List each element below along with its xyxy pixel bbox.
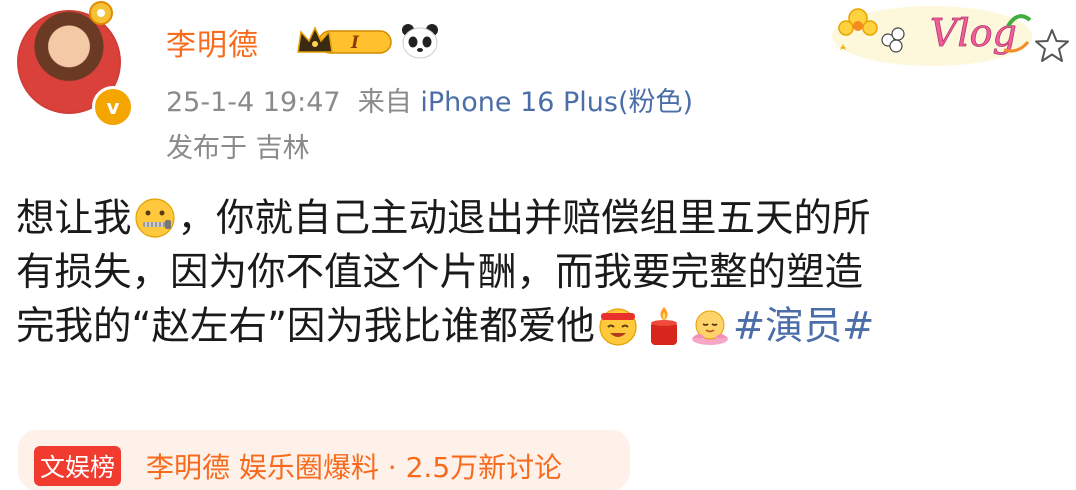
post-text: 有损失，因为你不值这个片酬，而我要完整的塑造 xyxy=(16,250,864,295)
post-text: 想让我 xyxy=(16,196,132,241)
topic-card-text[interactable]: 李明德 娱乐圈爆料 · 2.5万新讨论 xyxy=(146,446,562,486)
post-location: 发布于 吉林 xyxy=(166,133,310,164)
post-text: 完我的“赵左右”因为我比谁都爱他 xyxy=(16,304,595,349)
vlog-text: Vlog xyxy=(930,11,1017,55)
post-timestamp: 25-1-4 19:47 xyxy=(166,87,341,118)
hashtag-link[interactable]: #演员# xyxy=(733,304,875,349)
post-body: 想让我 ，你就自己主动退出并赔偿组里五天的所 有损失，因为你不值这个片酬，而我要… xyxy=(16,192,1076,354)
star-icon[interactable] xyxy=(1032,26,1072,66)
vlog-decoration-icon: Vlog xyxy=(832,6,1032,66)
post-line: 想让我 ，你就自己主动退出并赔偿组里五天的所 xyxy=(16,192,1076,246)
zipper-mouth-emoji-icon xyxy=(134,198,175,238)
source-device-link[interactable]: iPhone 16 Plus(粉色) xyxy=(420,87,693,118)
post-text: ，你就自己主动退出并赔偿组里五天的所 xyxy=(177,196,871,241)
username[interactable]: 李明德 xyxy=(166,20,259,64)
vip-crown-badge-icon[interactable]: I xyxy=(295,24,393,58)
post-line: 完我的“赵左右”因为我比谁都爱他 #演员# xyxy=(16,300,1076,354)
post-line: 有损失，因为你不值这个片酬，而我要完整的塑造 xyxy=(16,246,1076,300)
vip-level-text: I xyxy=(350,33,360,53)
topic-tag-badge: 文娱榜 xyxy=(34,446,122,486)
lotus-face-emoji-icon xyxy=(691,310,728,345)
candle-emoji-icon xyxy=(650,307,677,345)
cheer-face-emoji-icon xyxy=(599,308,637,346)
post-meta: 25-1-4 19:47 来自 iPhone 16 Plus(粉色) xyxy=(166,80,693,119)
decoration-icon xyxy=(89,1,113,25)
verified-badge-icon: v xyxy=(92,86,134,128)
source-prefix: 来自 xyxy=(357,87,412,118)
panda-icon[interactable] xyxy=(400,22,440,60)
